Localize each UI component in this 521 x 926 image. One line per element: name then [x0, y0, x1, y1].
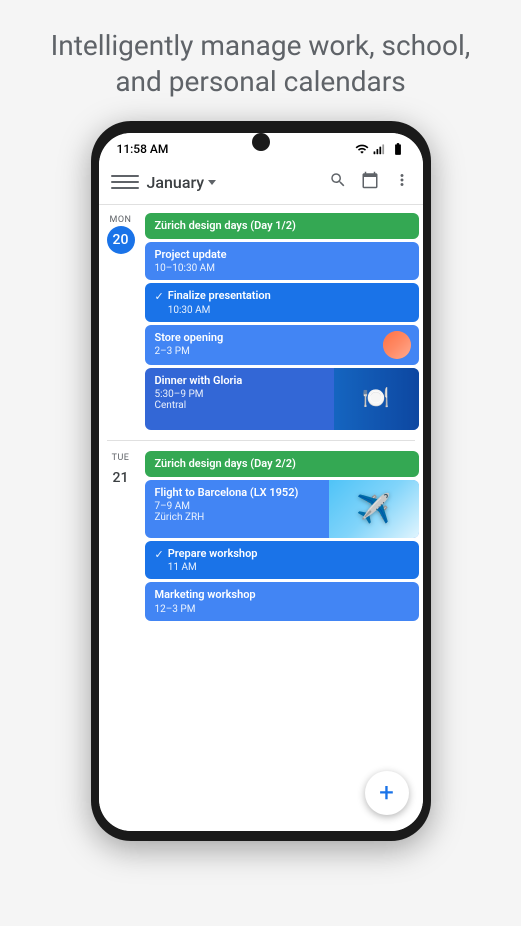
event-location: Zürich ZRH: [155, 512, 409, 523]
battery-icon: [391, 142, 405, 156]
event-check-row: ✓ Prepare workshop 11 AM: [155, 547, 409, 573]
event-title: Prepare workshop: [168, 547, 258, 561]
events-column-tue: Zürich design days (Day 2/2) Flight to B…: [145, 451, 419, 621]
event-project-update[interactable]: Project update 10–10:30 AM: [145, 242, 419, 280]
status-time: 11:58 AM: [117, 142, 169, 156]
phone-notch: [252, 133, 270, 151]
event-title: Marketing workshop: [155, 588, 409, 602]
header-actions: [329, 171, 411, 194]
event-title: Project update: [155, 248, 409, 262]
day-number-mon: 20: [107, 226, 135, 254]
day-section-tue: TUE 21 Zürich design days (Day 2/2) Flig…: [99, 443, 423, 629]
hero-text: Intelligently manage work, school, and p…: [0, 0, 521, 121]
more-options-icon[interactable]: [393, 171, 411, 194]
event-title: Dinner with Gloria: [155, 374, 409, 388]
event-marketing-workshop[interactable]: Marketing workshop 12–3 PM: [145, 582, 419, 620]
wifi-icon: [355, 142, 369, 156]
event-time: 7–9 AM: [155, 501, 409, 512]
signal-icon: [373, 142, 387, 156]
chevron-down-icon: [208, 180, 216, 185]
event-dinner[interactable]: Dinner with Gloria 5:30–9 PM Central 🍽️: [145, 368, 419, 430]
event-prepare-workshop[interactable]: ✓ Prepare workshop 11 AM: [145, 541, 419, 579]
event-time: 10–10:30 AM: [155, 263, 409, 274]
event-title: Flight to Barcelona (LX 1952): [155, 486, 409, 500]
event-time: 5:30–9 PM: [155, 389, 409, 400]
day-name-mon: MON: [110, 215, 132, 225]
event-flight[interactable]: Flight to Barcelona (LX 1952) 7–9 AM Zür…: [145, 480, 419, 538]
day-section-mon: MON 20 Zürich design days (Day 1/2) Proj…: [99, 205, 423, 438]
phone-screen: 11:58 AM: [99, 133, 423, 831]
events-column-mon: Zürich design days (Day 1/2) Project upd…: [145, 213, 419, 430]
day-label-tue: TUE 21: [103, 451, 139, 621]
day-divider: [107, 440, 415, 441]
event-title: Zürich design days (Day 2/2): [155, 457, 409, 471]
event-time: 12–3 PM: [155, 604, 409, 615]
month-title[interactable]: January: [147, 173, 329, 192]
calendar-content: MON 20 Zürich design days (Day 1/2) Proj…: [99, 205, 423, 831]
fab-button[interactable]: +: [365, 771, 409, 815]
app-header: January: [99, 161, 423, 205]
calendar-view-icon[interactable]: [361, 171, 379, 194]
event-zurich-1[interactable]: Zürich design days (Day 1/2): [145, 213, 419, 239]
day-label-mon: MON 20: [103, 213, 139, 430]
menu-icon[interactable]: [111, 168, 139, 196]
month-label: January: [147, 173, 205, 192]
event-time: 2–3 PM: [155, 346, 409, 357]
check-icon: ✓: [155, 548, 164, 561]
event-finalize[interactable]: ✓ Finalize presentation 10:30 AM: [145, 283, 419, 321]
event-location: Central: [155, 400, 409, 411]
status-icons: [355, 142, 405, 156]
event-time: 10:30 AM: [168, 305, 271, 316]
event-zurich-2[interactable]: Zürich design days (Day 2/2): [145, 451, 419, 477]
event-title: Store opening: [155, 331, 409, 345]
check-icon: ✓: [155, 290, 164, 303]
event-title: Zürich design days (Day 1/2): [155, 219, 409, 233]
phone-mockup: 11:58 AM: [91, 121, 431, 841]
avatar: [383, 331, 411, 359]
event-title: Finalize presentation: [168, 289, 271, 303]
fab-plus-icon: +: [379, 780, 394, 806]
event-time: 11 AM: [168, 562, 258, 573]
event-store-opening[interactable]: Store opening 2–3 PM: [145, 325, 419, 365]
day-number-tue: 21: [107, 464, 135, 492]
day-name-tue: TUE: [112, 453, 130, 463]
search-icon[interactable]: [329, 171, 347, 194]
event-check-row: ✓ Finalize presentation 10:30 AM: [155, 289, 409, 315]
